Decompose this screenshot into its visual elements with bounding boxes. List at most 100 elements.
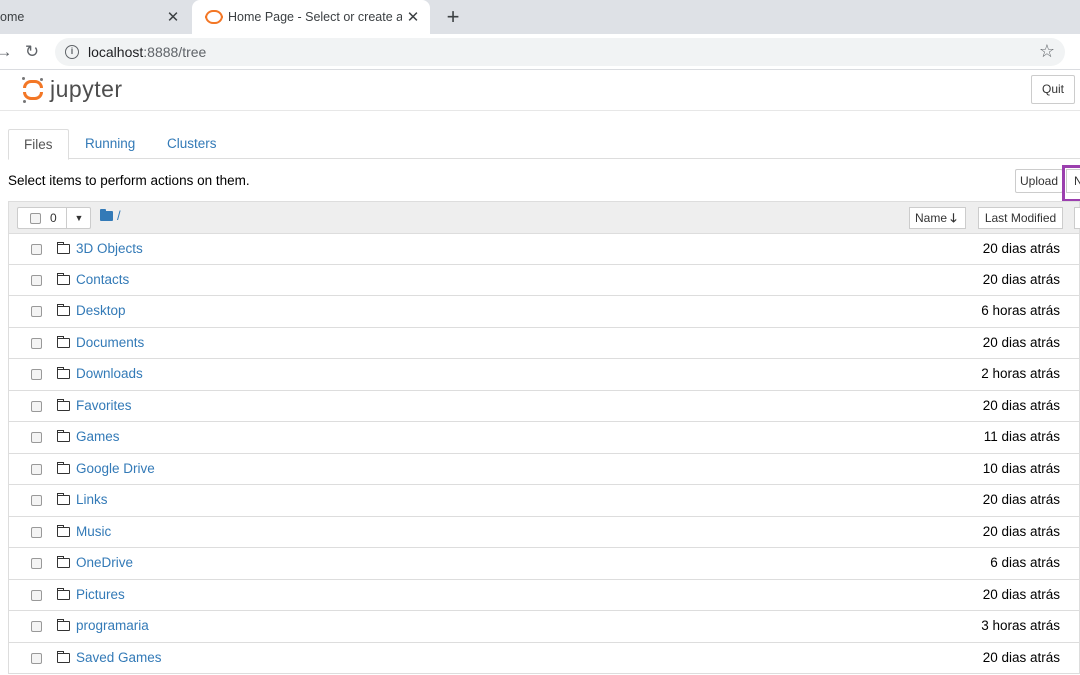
file-name-link[interactable]: programaria bbox=[76, 618, 149, 633]
close-tab-icon[interactable]: ✕ bbox=[402, 8, 424, 26]
tab-files[interactable]: Files bbox=[8, 129, 69, 160]
info-icon[interactable]: i bbox=[65, 45, 79, 59]
row-checkbox[interactable] bbox=[31, 652, 42, 664]
last-modified: 20 dias atrás bbox=[982, 523, 1060, 539]
sort-by-modified-button[interactable]: Last Modified bbox=[978, 207, 1063, 229]
jupyter-logo[interactable]: jupyter bbox=[22, 76, 123, 103]
file-name-link[interactable]: Pictures bbox=[76, 587, 125, 602]
last-modified: 20 dias atrás bbox=[982, 492, 1060, 507]
last-modified: 10 dias atrás bbox=[982, 460, 1060, 476]
last-modified: 6 dias atrás bbox=[990, 555, 1060, 570]
row-checkbox[interactable] bbox=[31, 432, 42, 443]
last-modified: 20 dias atrás bbox=[982, 649, 1060, 665]
dashboard-tabs: Files Running Clusters bbox=[8, 129, 1080, 160]
folder-icon bbox=[57, 335, 70, 348]
list-item[interactable]: Documents 20 dias atrás bbox=[8, 327, 1080, 359]
forward-arrow-icon[interactable]: → bbox=[0, 40, 16, 64]
folder-icon bbox=[57, 242, 70, 254]
list-item[interactable]: Favorites 20 dias atrás bbox=[8, 390, 1080, 422]
row-checkbox[interactable] bbox=[31, 463, 42, 475]
list-item[interactable]: Contacts 20 dias atrás bbox=[8, 264, 1080, 296]
file-name-link[interactable]: Contacts bbox=[76, 272, 129, 287]
browser-toolbar: → ↻ i localhost:8888/tree ☆ bbox=[0, 34, 1080, 70]
last-modified: 2 horas atrás bbox=[981, 366, 1060, 381]
highlight-box bbox=[1062, 165, 1080, 202]
last-modified: 6 horas atrás bbox=[981, 303, 1060, 318]
selected-count: 0 bbox=[50, 211, 57, 225]
row-checkbox[interactable] bbox=[31, 337, 42, 349]
sort-by-name-button[interactable]: Name 🡓 bbox=[909, 207, 966, 229]
list-item[interactable]: Desktop 6 horas atrás bbox=[8, 296, 1080, 328]
last-modified: 3 horas atrás bbox=[981, 618, 1060, 633]
quit-button[interactable]: Quit bbox=[1031, 75, 1075, 104]
row-checkbox[interactable] bbox=[31, 244, 42, 255]
file-name-link[interactable]: Music bbox=[76, 524, 111, 539]
last-modified: 11 dias atrás bbox=[983, 429, 1060, 444]
row-checkbox[interactable] bbox=[31, 589, 42, 601]
caret-down-icon[interactable]: ▼ bbox=[66, 208, 91, 228]
file-name-link[interactable]: Documents bbox=[76, 335, 144, 350]
row-checkbox[interactable] bbox=[31, 400, 42, 412]
address-bar[interactable]: i localhost:8888/tree ☆ bbox=[55, 38, 1065, 66]
row-checkbox[interactable] bbox=[31, 369, 42, 380]
browser-tab-active[interactable]: Home Page - Select or create a n ✕ bbox=[192, 0, 430, 34]
last-modified: 20 dias atrás bbox=[982, 586, 1060, 602]
reload-icon[interactable]: ↻ bbox=[20, 40, 44, 64]
list-item[interactable]: Music 20 dias atrás bbox=[8, 516, 1080, 548]
file-name-link[interactable]: Games bbox=[76, 429, 120, 444]
last-modified: 20 dias atrás bbox=[982, 271, 1060, 287]
select-all-control[interactable]: 0 ▼ bbox=[17, 207, 91, 229]
row-checkbox[interactable] bbox=[31, 274, 42, 286]
browser-tab-title: Home Page - Select or create a n bbox=[228, 10, 402, 24]
row-checkbox[interactable] bbox=[31, 495, 42, 506]
row-checkbox[interactable] bbox=[31, 526, 42, 538]
row-checkbox[interactable] bbox=[31, 621, 42, 632]
tab-clusters[interactable]: Clusters bbox=[152, 129, 232, 159]
selection-hint: Select items to perform actions on them. bbox=[8, 173, 250, 188]
sort-by-size-button[interactable] bbox=[1074, 207, 1080, 229]
row-checkbox[interactable] bbox=[31, 558, 42, 569]
file-name-link[interactable]: 3D Objects bbox=[76, 241, 143, 256]
list-item[interactable]: Saved Games 20 dias atrás bbox=[8, 642, 1080, 674]
list-item[interactable]: Downloads 2 horas atrás bbox=[8, 359, 1080, 391]
file-name-link[interactable]: Downloads bbox=[76, 366, 143, 381]
folder-icon bbox=[57, 304, 70, 316]
tab-running[interactable]: Running bbox=[70, 129, 150, 159]
file-list-header: 0 ▼ / Name 🡓 Last Modified bbox=[8, 201, 1080, 233]
breadcrumb-root[interactable]: / bbox=[117, 208, 121, 223]
last-modified: 20 dias atrás bbox=[982, 241, 1060, 256]
folder-icon bbox=[57, 650, 70, 663]
folder-icon bbox=[57, 587, 70, 600]
browser-tab-title: ome bbox=[0, 10, 25, 24]
file-name-link[interactable]: Desktop bbox=[76, 303, 126, 318]
list-item[interactable]: Games 11 dias atrás bbox=[8, 422, 1080, 454]
list-item[interactable]: Pictures 20 dias atrás bbox=[8, 579, 1080, 611]
browser-tab-inactive[interactable]: ome ✕ bbox=[0, 0, 190, 34]
folder-icon bbox=[57, 524, 70, 537]
list-item[interactable]: OneDrive 6 dias atrás bbox=[8, 548, 1080, 580]
folder-icon bbox=[57, 461, 70, 474]
file-name-link[interactable]: Links bbox=[76, 492, 108, 507]
file-list: 3D Objects 20 dias atrás Contacts 20 dia… bbox=[8, 233, 1080, 674]
list-item[interactable]: programaria 3 horas atrás bbox=[8, 611, 1080, 643]
folder-icon bbox=[57, 367, 70, 379]
file-name-link[interactable]: OneDrive bbox=[76, 555, 133, 570]
folder-icon bbox=[57, 493, 70, 505]
list-item[interactable]: Google Drive 10 dias atrás bbox=[8, 453, 1080, 485]
upload-button[interactable]: Upload bbox=[1015, 169, 1063, 193]
close-tab-icon[interactable]: ✕ bbox=[162, 8, 184, 26]
list-item[interactable]: 3D Objects 20 dias atrás bbox=[8, 233, 1080, 265]
sort-name-label: Name bbox=[915, 211, 948, 225]
new-tab-icon[interactable]: + bbox=[441, 3, 465, 31]
file-name-link[interactable]: Google Drive bbox=[76, 461, 155, 476]
last-modified: 20 dias atrás bbox=[982, 334, 1060, 350]
browser-tab-strip: ome ✕ Home Page - Select or create a n ✕… bbox=[0, 0, 1080, 34]
file-name-link[interactable]: Favorites bbox=[76, 398, 132, 413]
breadcrumb[interactable]: / bbox=[100, 208, 121, 223]
list-item[interactable]: Links 20 dias atrás bbox=[8, 485, 1080, 517]
select-all-checkbox[interactable] bbox=[30, 213, 41, 224]
row-checkbox[interactable] bbox=[31, 306, 42, 317]
file-name-link[interactable]: Saved Games bbox=[76, 650, 162, 665]
folder-icon bbox=[57, 398, 70, 411]
bookmark-star-icon[interactable]: ☆ bbox=[1039, 41, 1055, 62]
